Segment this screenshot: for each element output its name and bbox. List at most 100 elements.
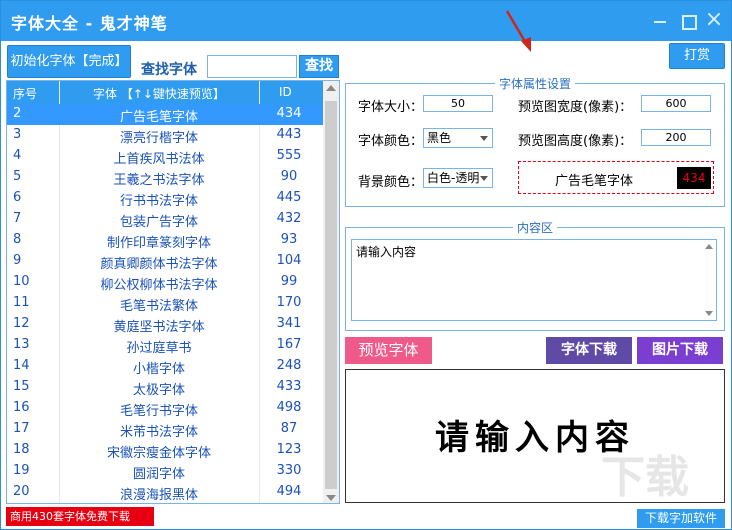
list-item[interactable]: 17 米芾书法字体 87 — [7, 419, 323, 440]
init-fonts-button[interactable]: 初始化字体【完成】 — [7, 45, 131, 78]
row-no: 7 — [13, 211, 22, 226]
scroll-down-icon[interactable] — [705, 311, 713, 316]
list-rows: 2 广告毛笔字体 434 3 漂亮行楷字体 443 4 上首疾风书法体 555 5 王羲之书法字体 9… — [7, 104, 323, 503]
annotation-arrow-icon — [505, 10, 531, 52]
scroll-thumb[interactable] — [325, 101, 337, 489]
row-font-name: 米芾书法字体 — [119, 425, 198, 440]
list-item[interactable]: 8 制作印章篆刻字体 93 — [7, 230, 323, 251]
bg-color-label: 背景颜色： — [358, 175, 424, 190]
find-button[interactable]: 查找 — [299, 55, 339, 78]
preview-height-input[interactable]: 200 — [641, 129, 711, 146]
row-id: 99 — [280, 274, 298, 289]
font-color-select[interactable]: 黑色 — [423, 128, 493, 148]
row-font-name: 圆润字体 — [132, 467, 185, 482]
font-download-button[interactable]: 字体下载 — [546, 337, 632, 364]
row-no: 18 — [13, 442, 30, 457]
row-id: 90 — [280, 169, 298, 184]
minimize-icon[interactable] — [649, 10, 671, 32]
row-font-name: 浪漫海报黑体 — [119, 488, 198, 503]
row-no: 12 — [13, 316, 30, 331]
scroll-down-icon[interactable] — [326, 495, 336, 501]
attributes-legend: 字体属性设置 — [498, 77, 571, 91]
header-name: 字体 【↑↓键快速预览】 — [93, 87, 225, 101]
row-id: 167 — [276, 337, 302, 352]
list-item[interactable]: 18 宋徽宗瘦金体字体 123 — [7, 440, 323, 461]
row-no: 20 — [13, 484, 30, 499]
download-software-link[interactable]: 下载字加软件 — [637, 509, 725, 528]
row-id: 170 — [276, 295, 302, 310]
list-item[interactable]: 5 王羲之书法字体 90 — [7, 167, 323, 188]
list-item[interactable]: 7 包装广告字体 432 — [7, 209, 323, 230]
row-id: 433 — [276, 379, 302, 394]
row-no: 11 — [13, 295, 30, 310]
row-id: 445 — [276, 190, 302, 205]
list-item[interactable]: 2 广告毛笔字体 434 — [7, 104, 323, 125]
scroll-up-icon[interactable] — [705, 244, 713, 249]
list-item[interactable]: 15 太极字体 433 — [7, 377, 323, 398]
row-id: 341 — [276, 316, 302, 331]
bg-color-select[interactable]: 白色-透明 — [423, 168, 493, 188]
row-id: 248 — [276, 358, 302, 373]
find-font-input[interactable] — [207, 55, 297, 78]
row-font-name: 颜真卿颜体书法字体 — [100, 257, 218, 272]
scroll-up-icon[interactable] — [326, 85, 336, 91]
row-no: 9 — [13, 253, 22, 268]
font-list[interactable]: 序号 字体 【↑↓键快速预览】 ID 2 广告毛笔字体 434 3 漂亮行楷字体 443 4… — [6, 80, 340, 504]
list-item[interactable]: 9 颜真卿颜体书法字体 104 — [7, 251, 323, 272]
list-item[interactable]: 10 柳公权柳体书法字体 99 — [7, 272, 323, 293]
reward-button[interactable]: 打赏 — [669, 43, 725, 69]
row-font-name: 包装广告字体 — [119, 215, 198, 230]
list-item[interactable]: 12 黄庭坚书法字体 341 — [7, 314, 323, 335]
row-font-name: 太极字体 — [132, 383, 185, 398]
list-item[interactable]: 14 小楷字体 248 — [7, 356, 323, 377]
list-item[interactable]: 3 漂亮行楷字体 443 — [7, 125, 323, 146]
header-id: ID — [279, 85, 292, 99]
list-item[interactable]: 20 浪漫海报黑体 494 — [7, 482, 323, 503]
content-text: 请输入内容 — [356, 245, 417, 259]
row-font-name: 黄庭坚书法字体 — [113, 320, 205, 335]
row-no: 2 — [13, 106, 22, 121]
promo-link[interactable]: 商用430套字体免费下载 — [6, 507, 154, 526]
maximize-icon[interactable] — [677, 10, 699, 32]
close-icon[interactable]: × — [703, 9, 725, 32]
preview-width-input[interactable]: 600 — [641, 95, 711, 112]
list-item[interactable]: 4 上首疾风书法体 555 — [7, 146, 323, 167]
row-font-name: 王羲之书法字体 — [113, 173, 205, 188]
row-no: 13 — [13, 337, 30, 352]
row-font-name: 柳公权柳体书法字体 — [100, 278, 218, 293]
row-no: 8 — [13, 232, 22, 247]
row-no: 6 — [13, 190, 22, 205]
list-item[interactable]: 19 圆润字体 330 — [7, 461, 323, 482]
row-id: 432 — [276, 211, 302, 226]
preview-width-label: 预览图宽度(像素)： — [518, 100, 633, 115]
row-id: 123 — [276, 442, 302, 457]
image-download-button[interactable]: 图片下载 — [637, 337, 723, 364]
list-scrollbar[interactable] — [323, 81, 339, 503]
textarea-scrollbar[interactable] — [701, 240, 717, 320]
row-id: 87 — [280, 421, 298, 436]
preview-font-button[interactable]: 预览字体 — [345, 337, 432, 364]
row-no: 19 — [13, 463, 30, 478]
list-item[interactable]: 6 行书书法字体 445 — [7, 188, 323, 209]
row-id: 443 — [276, 127, 302, 142]
content-legend: 内容区 — [516, 221, 553, 235]
row-id: 494 — [276, 484, 302, 499]
title-bar[interactable]: 字体大全 - 鬼才神笔 × — [1, 1, 731, 41]
find-font-label: 查找字体 — [141, 62, 197, 78]
font-size-label: 字体大小： — [358, 100, 424, 115]
mini-preview-name: 广告毛笔字体 — [555, 174, 634, 189]
row-font-name: 行书书法字体 — [119, 194, 198, 209]
list-item[interactable]: 13 孙过庭草书 167 — [7, 335, 323, 356]
row-no: 5 — [13, 169, 22, 184]
row-id: 93 — [280, 232, 298, 247]
row-no: 16 — [13, 400, 30, 415]
content-textarea[interactable]: 请输入内容 — [351, 239, 717, 321]
list-item[interactable]: 16 毛笔行书字体 498 — [7, 398, 323, 419]
font-size-input[interactable]: 50 — [423, 95, 493, 112]
row-no: 3 — [13, 127, 22, 142]
row-no: 15 — [13, 379, 30, 394]
row-font-name: 毛笔行书字体 — [119, 404, 198, 419]
preview-height-label: 预览图高度(像素)： — [518, 134, 633, 149]
row-no: 4 — [13, 148, 22, 163]
list-item[interactable]: 11 毛笔书法繁体 170 — [7, 293, 323, 314]
